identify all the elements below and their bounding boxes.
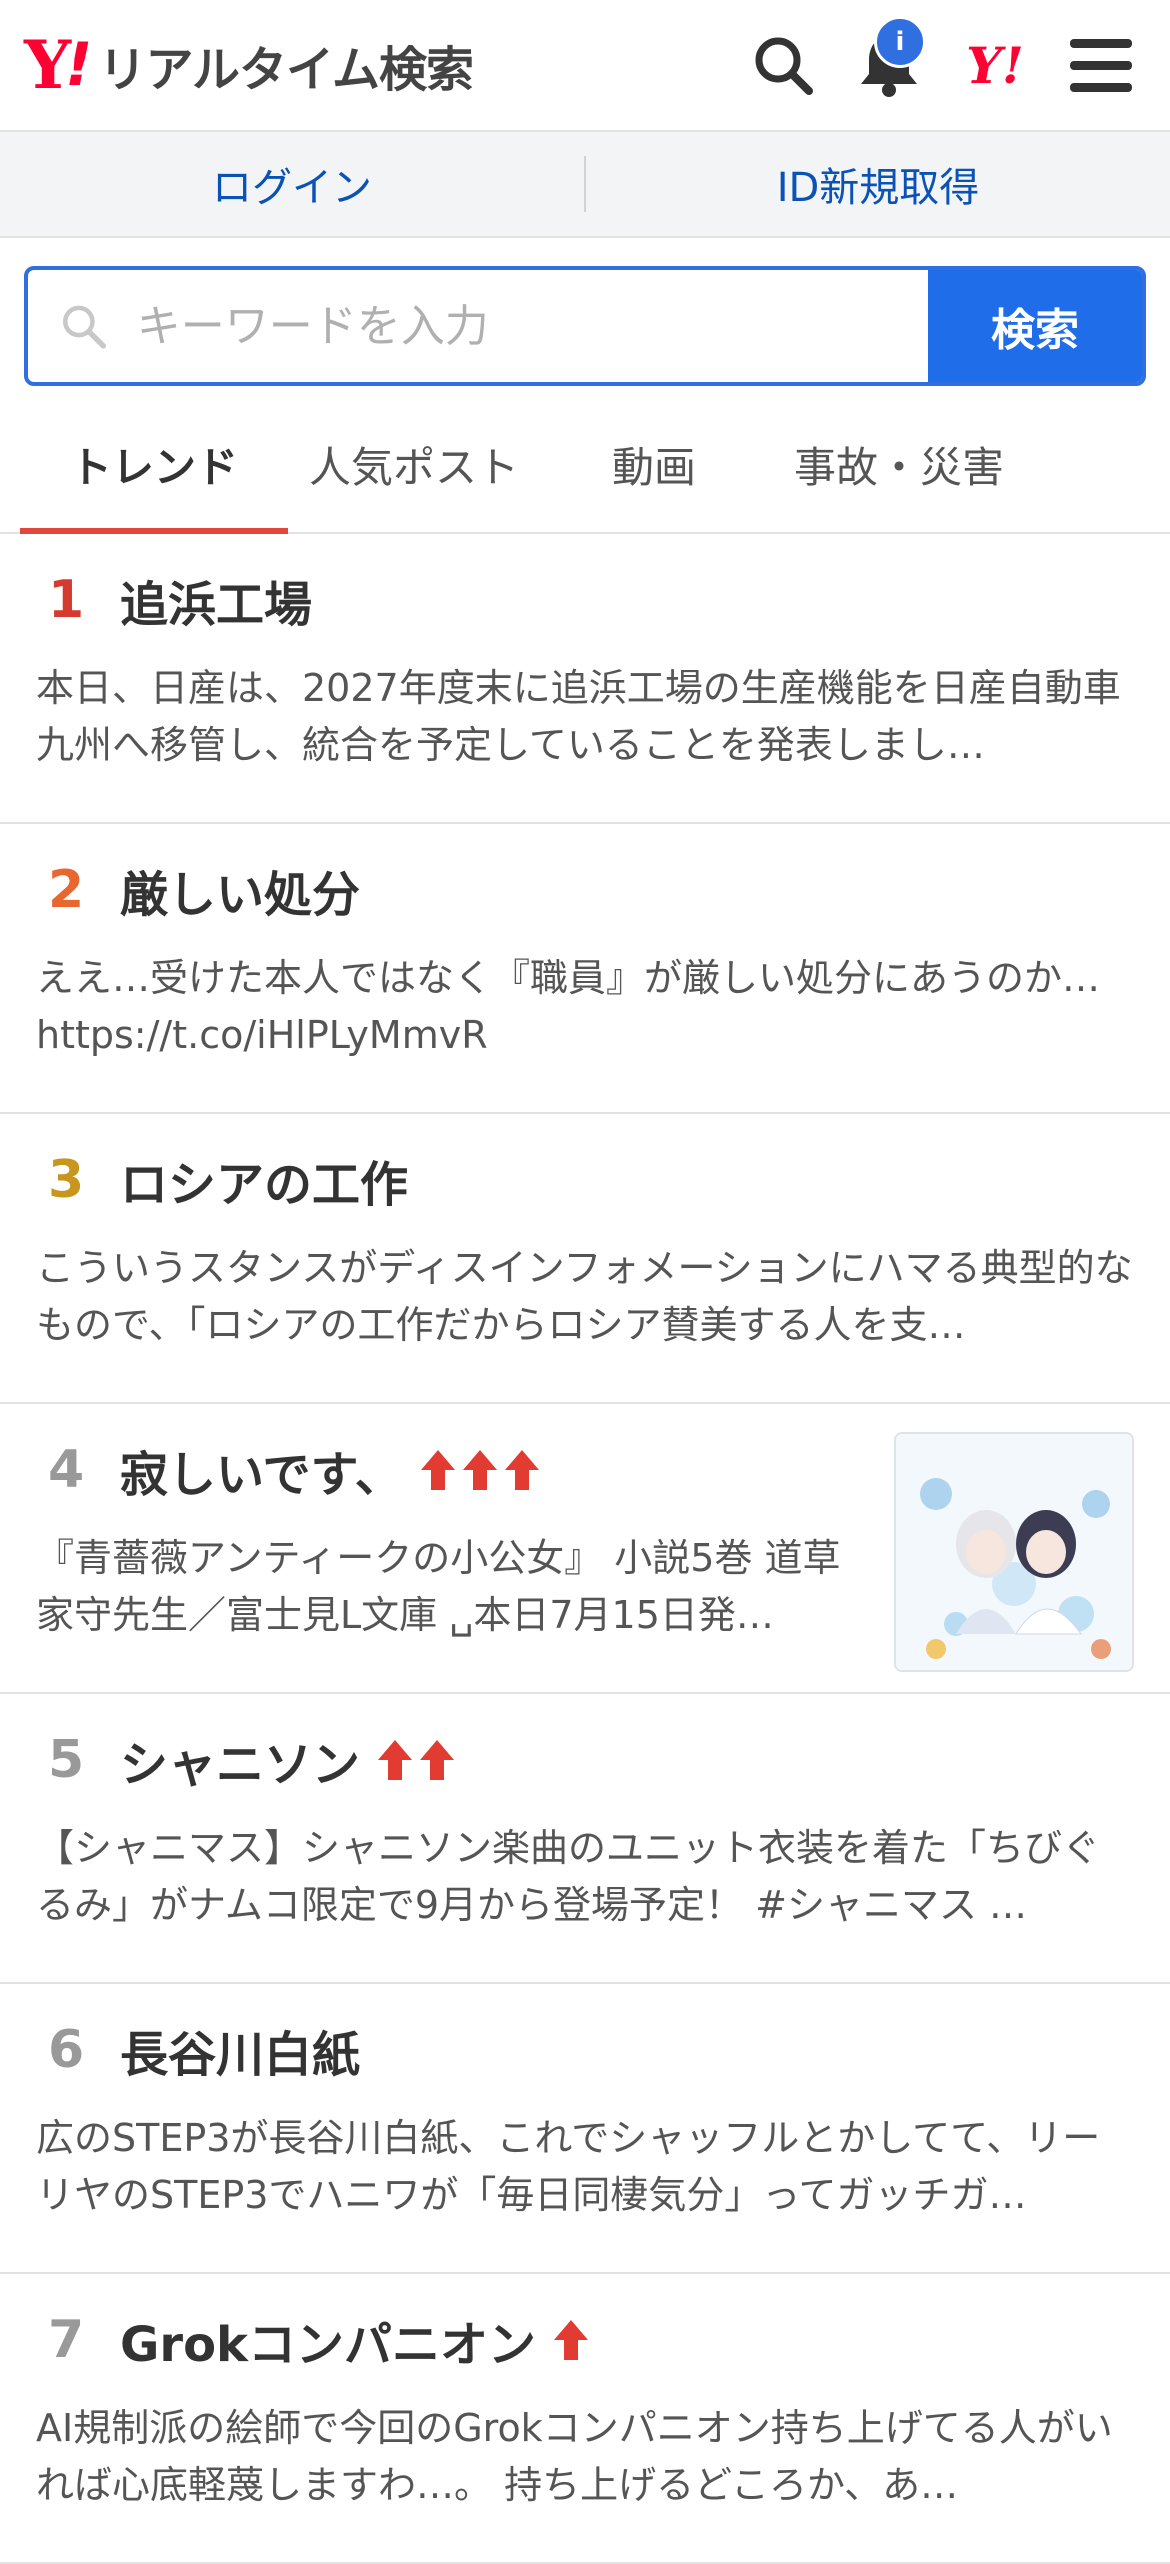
- search-input[interactable]: [134, 299, 928, 353]
- tab-trend[interactable]: トレンド: [20, 396, 288, 534]
- trend-keyword: Grokコンパニオン: [120, 2317, 536, 2373]
- trend-item[interactable]: 4 寂しいです、『青薔薇アンティークの小公女』 小説5巻 道草家守先生／富士見L文…: [0, 1404, 1170, 1694]
- yahoo-top-link[interactable]: Y!: [950, 20, 1040, 110]
- yahoo-realtime-logo[interactable]: Y ! リアルタイム検索: [24, 26, 475, 104]
- category-tabs: トレンド 人気ポスト 動画 事故・災害: [0, 396, 1170, 534]
- rising-arrow-icon: [552, 2318, 590, 2362]
- trend-rank: 3: [48, 1150, 85, 1210]
- search-input-icon: [62, 305, 107, 349]
- trend-item[interactable]: 2 厳しい処分ええ…受けた本人ではなく『職員』が厳しい処分にあうのか… https…: [0, 824, 1170, 1114]
- rising-arrow-icon: [418, 1738, 456, 1782]
- search-row: 検索: [0, 238, 1170, 386]
- rising-arrow-icon: [503, 1448, 541, 1492]
- trend-item[interactable]: 5 シャニソン【シャニマス】シャニソン楽曲のユニット衣装を着た「ちびぐるみ」がナム…: [0, 1694, 1170, 1984]
- trend-thumbnail-image[interactable]: [894, 1432, 1134, 1672]
- trend-keyword: 追浜工場: [120, 577, 313, 633]
- trend-item[interactable]: 1 追浜工場本日、日産は、2027年度末に追浜工場の生産機能を日産自動車九州へ移管…: [0, 534, 1170, 824]
- trend-description: こういうスタンスがディスインフォメーションにハマる典型的なもので、「ロシアの工作…: [36, 1246, 1133, 1347]
- trend-description: 『青薔薇アンティークの小公女』 小説5巻 道草家守先生／富士見L文庫 ␣本日7月…: [36, 1536, 841, 1637]
- yahoo-logo-icon: Y!: [966, 35, 1024, 95]
- trend-item[interactable]: 7 Grokコンパニオン AI規制派の絵師で今回のGrokコンパニオン持ち上げてる人…: [0, 2274, 1170, 2564]
- trend-title-row: 2 厳しい処分: [36, 858, 1134, 923]
- trend-rank: 1: [48, 570, 85, 630]
- trend-title-row: 5 シャニソン: [36, 1728, 1134, 1793]
- search-box: 検索: [24, 266, 1146, 386]
- trend-rank: 7: [48, 2310, 85, 2370]
- rising-arrow-icon: [376, 1738, 414, 1782]
- trend-description: 広のSTEP3が長谷川白紙、これでシャッフルとかしてて、リーリヤのSTEP3でハ…: [36, 2116, 1101, 2217]
- register-link[interactable]: ID新規取得: [586, 155, 1170, 213]
- trend-rank: 5: [48, 1730, 85, 1790]
- rising-arrows: [552, 2318, 594, 2362]
- search-button[interactable]: 検索: [928, 270, 1142, 382]
- notification-bell-icon[interactable]: i: [844, 16, 934, 110]
- trend-description: 【シャニマス】シャニソン楽曲のユニット衣装を着た「ちびぐるみ」がナムコ限定で9月…: [36, 1826, 1101, 1927]
- trend-keyword: 厳しい処分: [120, 867, 361, 923]
- trend-title-row: 6 長谷川白紙: [36, 2018, 1134, 2083]
- trend-keyword: 寂しいです、: [120, 1447, 403, 1503]
- trend-item[interactable]: 6 長谷川白紙広のSTEP3が長谷川白紙、これでシャッフルとかしてて、リーリヤのS…: [0, 1984, 1170, 2274]
- logo-exclamation: !: [65, 30, 93, 100]
- trend-title-row: 3 ロシアの工作: [36, 1148, 1134, 1213]
- trend-rank: 6: [48, 2020, 85, 2080]
- tab-video[interactable]: 動画: [540, 396, 768, 532]
- trend-title-row: 1 追浜工場: [36, 568, 1134, 633]
- header-icons: i Y!: [722, 16, 1146, 110]
- trend-keyword: 長谷川白紙: [120, 2027, 361, 2083]
- app-header: Y ! リアルタイム検索 i Y!: [0, 0, 1170, 132]
- trend-list: 1 追浜工場本日、日産は、2027年度末に追浜工場の生産機能を日産自動車九州へ移管…: [0, 534, 1170, 2564]
- trend-keyword: ロシアの工作: [120, 1157, 409, 1213]
- trend-keyword: シャニソン: [120, 1737, 361, 1793]
- login-link[interactable]: ログイン: [0, 155, 584, 213]
- menu-icon[interactable]: [1056, 20, 1146, 110]
- logo-y: Y: [24, 26, 71, 104]
- notification-badge: i: [874, 16, 926, 68]
- tab-popular-posts[interactable]: 人気ポスト: [288, 396, 540, 532]
- search-icon[interactable]: [738, 20, 828, 110]
- trend-rank: 2: [48, 860, 85, 920]
- trend-rank: 4: [48, 1440, 85, 1500]
- rising-arrows: [376, 1738, 460, 1782]
- logo-title: リアルタイム検索: [98, 42, 475, 98]
- auth-bar: ログイン ID新規取得: [0, 132, 1170, 238]
- rising-arrow-icon: [461, 1448, 499, 1492]
- rising-arrow-icon: [419, 1448, 457, 1492]
- trend-title-row: 7 Grokコンパニオン: [36, 2308, 1134, 2373]
- trend-description: ええ…受けた本人ではなく『職員』が厳しい処分にあうのか… https://t.c…: [36, 956, 1101, 1057]
- tab-accident-disaster[interactable]: 事故・災害: [768, 396, 1030, 532]
- trend-description: 本日、日産は、2027年度末に追浜工場の生産機能を日産自動車九州へ移管し、統合を…: [36, 666, 1121, 767]
- rising-arrows: [419, 1448, 545, 1492]
- search-field[interactable]: [28, 270, 928, 382]
- trend-description: AI規制派の絵師で今回のGrokコンパニオン持ち上げてる人がいれば心底軽蔑します…: [36, 2406, 1113, 2507]
- trend-item[interactable]: 3 ロシアの工作こういうスタンスがディスインフォメーションにハマる典型的なもので、…: [0, 1114, 1170, 1404]
